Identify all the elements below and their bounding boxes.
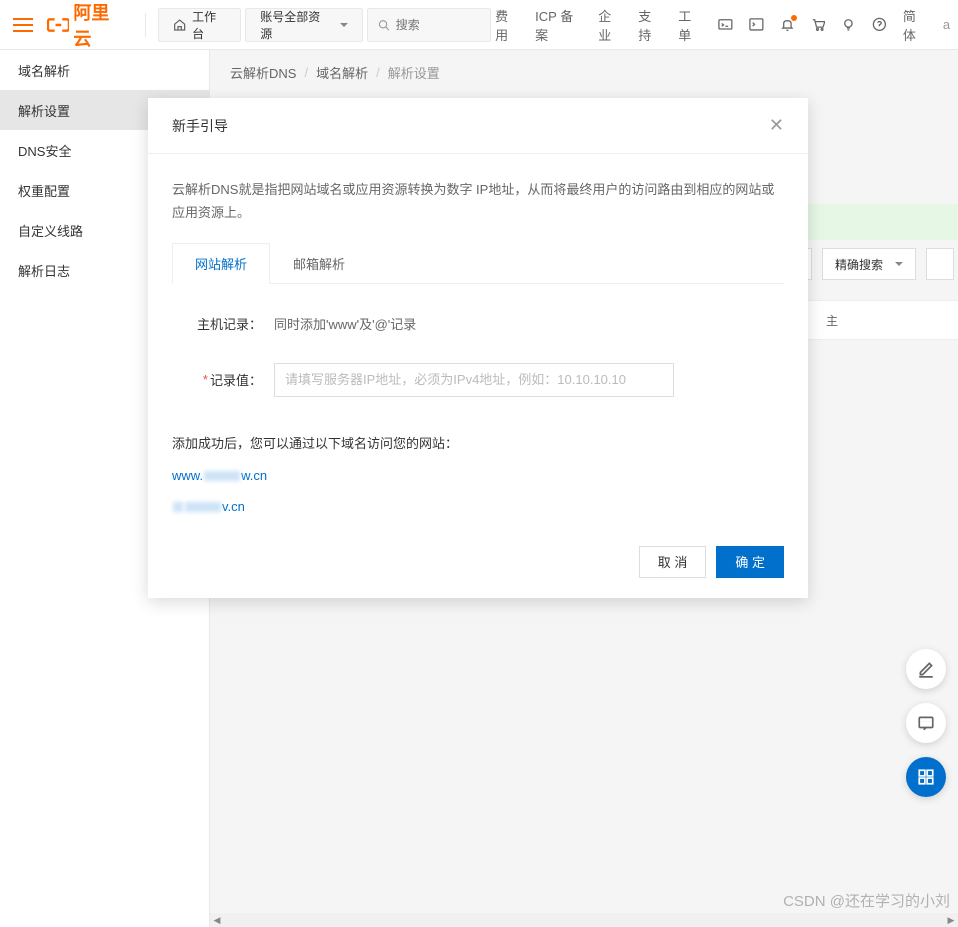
redacted — [185, 502, 221, 512]
beginner-guide-modal: 新手引导 ✕ 云解析DNS就是指把网站域名或应用资源转换为数字 IP地址，从而将… — [148, 98, 808, 598]
close-icon[interactable]: ✕ — [769, 115, 784, 136]
modal-header: 新手引导 ✕ — [148, 98, 808, 154]
host-value: 同时添加'www'及'@'记录 — [274, 314, 416, 333]
scroll-right-arrow-icon[interactable]: ▶ — [944, 913, 958, 927]
chat-icon — [917, 714, 935, 732]
record-value-input[interactable] — [274, 363, 674, 397]
float-edit-button[interactable] — [906, 649, 946, 689]
redacted — [204, 471, 240, 481]
modal-description: 云解析DNS就是指把网站域名或应用资源转换为数字 IP地址，从而将最终用户的访问… — [172, 178, 784, 225]
cancel-button[interactable]: 取 消 — [639, 546, 707, 578]
tab-label: 邮箱解析 — [293, 257, 345, 272]
host-label: 主机记录： — [172, 314, 262, 333]
modal-tabs: 网站解析 邮箱解析 — [172, 243, 784, 284]
float-apps-button[interactable] — [906, 757, 946, 797]
modal-footer: 取 消 确 定 — [148, 530, 808, 598]
domain-link-2[interactable]: v.cn — [172, 499, 784, 514]
horizontal-scrollbar[interactable]: ◀ ▶ — [210, 913, 958, 927]
pencil-icon — [917, 660, 935, 678]
form-row-host: 主机记录： 同时添加'www'及'@'记录 — [172, 314, 784, 333]
domain-link-1[interactable]: www.w.cn — [172, 468, 784, 483]
grid-icon — [917, 768, 935, 786]
tab-label: 网站解析 — [195, 257, 247, 272]
form-row-record: *记录值： — [172, 363, 784, 397]
record-label: *记录值： — [172, 370, 262, 389]
redacted — [173, 502, 183, 512]
float-chat-button[interactable] — [906, 703, 946, 743]
tab-website-resolve[interactable]: 网站解析 — [172, 243, 270, 284]
modal-title: 新手引导 — [172, 116, 228, 136]
success-note: 添加成功后，您可以通过以下域名访问您的网站： — [172, 433, 784, 452]
tab-mail-resolve[interactable]: 邮箱解析 — [270, 243, 368, 283]
confirm-button[interactable]: 确 定 — [716, 546, 784, 578]
scroll-left-arrow-icon[interactable]: ◀ — [210, 913, 224, 927]
